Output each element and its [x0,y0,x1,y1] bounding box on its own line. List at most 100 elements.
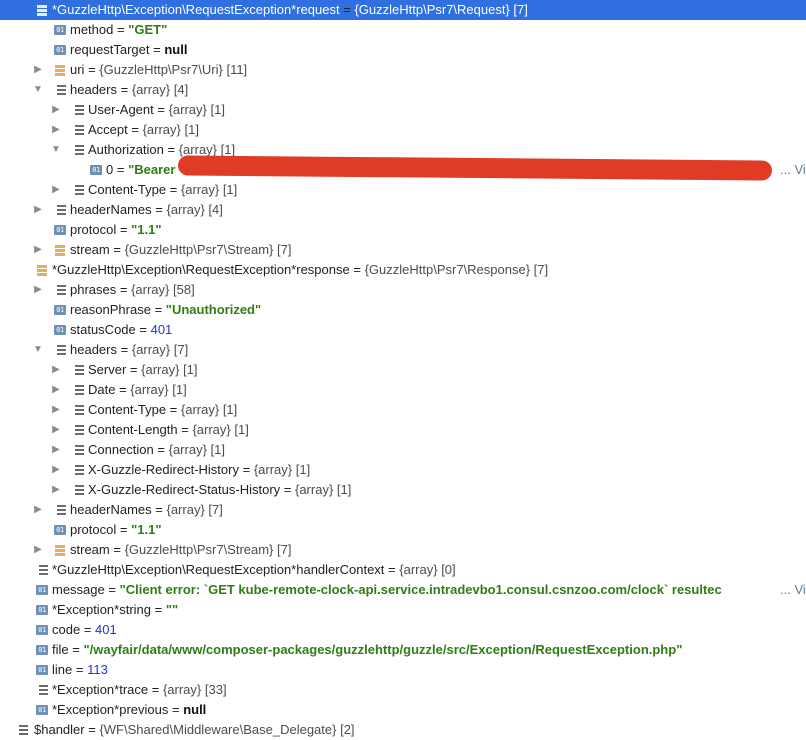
tree-row-headerNames2[interactable]: ▶ headerNames = {array} [7] [0,500,806,520]
var-count: [1] [336,482,352,497]
array-icon [36,564,48,576]
equals-sign: = [127,122,143,137]
tree-row-x-guzzle-redirect-status-history[interactable]: ▶ X-Guzzle-Redirect-Status-History = {arr… [0,480,806,500]
var-name: phrases [70,282,117,297]
triangle-right-icon[interactable]: ▶ [50,120,62,140]
row-text: phrases = {array} [58] [70,280,195,300]
var-count: [1] [295,462,311,477]
tree-row-protocol2[interactable]: 01 protocol = "1.1" [0,520,806,540]
row-text: *GuzzleHttp\Exception\RequestException*h… [52,560,456,580]
triangle-right-icon[interactable]: ▶ [0,680,2,700]
tree-row-connection[interactable]: ▶ Connection = {array} [1] [0,440,806,460]
triangle-right-icon[interactable]: ▶ [32,500,44,520]
var-name: X-Guzzle-Redirect-History [88,462,239,477]
primitive-icon: 01 [54,325,66,335]
triangle-down-icon[interactable]: ▼ [0,260,2,280]
triangle-right-icon[interactable]: ▶ [50,400,62,420]
triangle-down-icon[interactable]: ▼ [32,80,44,100]
tree-row-user-agent[interactable]: ▶ User-Agent = {array} [1] [0,100,806,120]
row-text: Content-Length = {array} [1] [88,420,249,440]
tree-row-requestTarget[interactable]: 01 requestTarget = null [0,40,806,60]
tree-row-stream2[interactable]: ▶ stream = {GuzzleHttp\Psr7\Stream} [7] [0,540,806,560]
tree-row-protocol1[interactable]: 01 protocol = "1.1" [0,220,806,240]
var-name: Content-Type [88,402,167,417]
triangle-down-icon[interactable]: ▼ [0,0,2,20]
row-text: headerNames = {array} [7] [70,500,223,520]
triangle-right-icon[interactable]: ▶ [50,380,62,400]
primitive-icon: 01 [54,305,66,315]
row-text: headerNames = {array} [4] [70,200,223,220]
var-type: {array} [141,362,180,377]
triangle-right-icon[interactable]: ▶ [50,180,62,200]
equals-sign: = [238,462,254,477]
triangle-right-icon[interactable]: ▶ [50,360,62,380]
tree-row-code[interactable]: 01 code = 401 [0,620,806,640]
var-count: [1] [222,182,238,197]
var-name: stream [70,242,110,257]
var-count: [0] [441,562,456,577]
tree-row-headers2[interactable]: ▼ headers = {array} [7] [0,340,806,360]
tree-row-handlerContext[interactable]: *GuzzleHttp\Exception\RequestException*h… [0,560,806,580]
row-text: stream = {GuzzleHttp\Psr7\Stream} [7] [70,540,292,560]
triangle-right-icon[interactable]: ▶ [50,480,62,500]
tree-row-date[interactable]: ▶ Date = {array} [1] [0,380,806,400]
array-icon [72,184,84,196]
var-count: [7] [277,542,292,557]
tree-row-message[interactable]: 01 message = "Client error: `GET kube-rem… [0,580,806,600]
tree-row-content-type1[interactable]: ▶ Content-Type = {array} [1] [0,180,806,200]
tree-row-method[interactable]: 01 method = "GET" [0,20,806,40]
row-text: *Exception*trace = {array} [33] [52,680,227,700]
triangle-right-icon[interactable]: ▶ [32,240,44,260]
var-type: {array} [168,102,207,117]
triangle-right-icon[interactable]: ▶ [50,420,62,440]
var-count: [4] [173,82,189,97]
tree-row-file[interactable]: 01 file = "/wayfair/data/www/composer-pac… [0,640,806,660]
tree-row-server[interactable]: ▶ Server = {array} [1] [0,360,806,380]
tree-row-reasonPhrase[interactable]: 01 reasonPhrase = "Unauthorized" [0,300,806,320]
tree-row-uri[interactable]: ▶ uri = {GuzzleHttp\Psr7\Uri} [11] [0,60,806,80]
triangle-right-icon[interactable]: ▶ [50,440,62,460]
row-text: *Exception*previous = null [52,700,206,720]
tree-row-headerNames1[interactable]: ▶ headerNames = {array} [4] [0,200,806,220]
tree-row-headers1[interactable]: ▼ headers = {array} [4] [0,80,806,100]
view-link[interactable]: ... View [780,160,806,180]
tree-row-response[interactable]: ▼ *GuzzleHttp\Exception\RequestException*… [0,260,806,280]
tree-row-stream1[interactable]: ▶ stream = {GuzzleHttp\Psr7\Stream} [7] [0,240,806,260]
var-value: "Client error: `GET kube-remote-clock-ap… [119,582,722,597]
equals-sign: = [151,202,167,217]
var-type: {array} [166,202,205,217]
tree-row-line[interactable]: 01 line = 113 [0,660,806,680]
tree-row-content-length[interactable]: ▶ Content-Length = {array} [1] [0,420,806,440]
triangle-right-icon[interactable]: ▶ [32,200,44,220]
view-link[interactable]: ... View [780,580,806,600]
tree-row-request[interactable]: ▼ *GuzzleHttp\Exception\RequestException*… [0,0,806,20]
var-count: [7] [173,342,189,357]
tree-row-exception-previous[interactable]: 01 *Exception*previous = null [0,700,806,720]
triangle-right-icon[interactable]: ▶ [32,280,44,300]
tree-row-content-type2[interactable]: ▶ Content-Type = {array} [1] [0,400,806,420]
var-name: Authorization [88,142,164,157]
var-name: statusCode [70,322,136,337]
triangle-down-icon[interactable]: ▼ [50,140,62,160]
tree-row-statusCode[interactable]: 01 statusCode = 401 [0,320,806,340]
triangle-right-icon[interactable]: ▶ [50,100,62,120]
triangle-down-icon[interactable]: ▼ [32,340,44,360]
tree-row-exception-trace[interactable]: ▶ *Exception*trace = {array} [33] [0,680,806,700]
var-count: [33] [204,682,227,697]
tree-row-handler[interactable]: ▶$handler = {WF\Shared\Middleware\Base_D… [0,720,806,740]
var-type: {array} [180,182,220,197]
triangle-right-icon[interactable]: ▶ [50,460,62,480]
row-text: Content-Type = {array} [1] [88,180,237,200]
var-name: headers [70,342,117,357]
triangle-right-icon[interactable]: ▶ [32,60,44,80]
tree-row-accept[interactable]: ▶ Accept = {array} [1] [0,120,806,140]
equals-sign: = [149,42,165,57]
tree-row-x-guzzle-redirect-history[interactable]: ▶ X-Guzzle-Redirect-History = {array} [1] [0,460,806,480]
array-icon [54,344,66,356]
tree-row-phrases[interactable]: ▶ phrases = {array} [58] [0,280,806,300]
row-text: protocol = "1.1" [70,220,161,240]
equals-sign: = [116,282,132,297]
tree-row-exception-string[interactable]: 01 *Exception*string = "" [0,600,806,620]
triangle-right-icon[interactable]: ▶ [32,540,44,560]
equals-sign: = [163,142,179,157]
